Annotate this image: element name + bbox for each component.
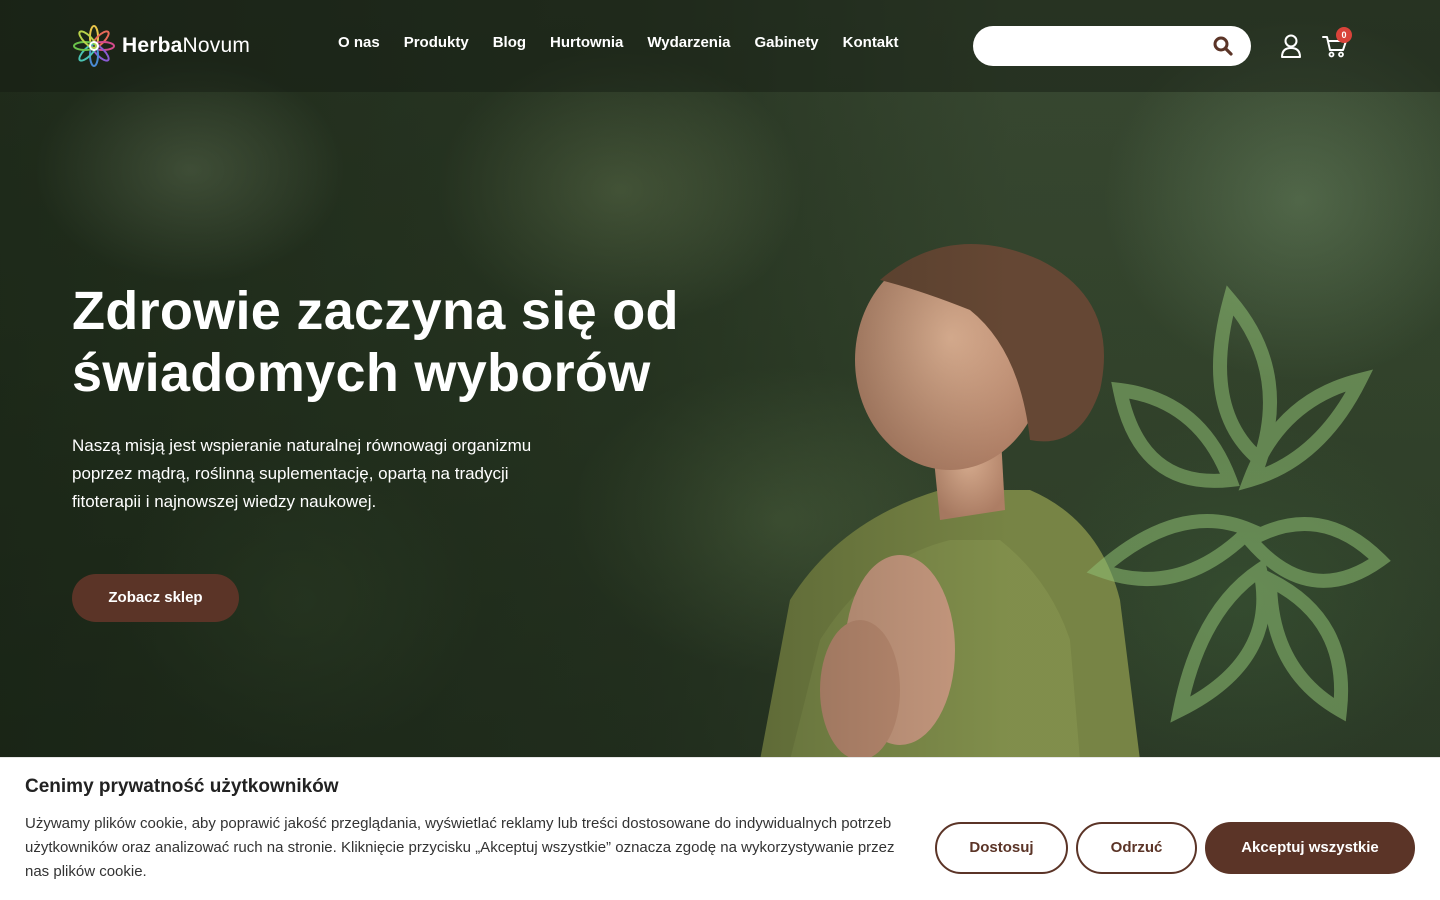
cookie-reject-button[interactable]: Odrzuć [1076,822,1197,874]
hero-title-line-2: świadomych wyborów [72,343,651,403]
hero-title: Zdrowie zaczyna się od świadomych wyboró… [72,280,772,404]
nav-item-kontakt[interactable]: Kontakt [843,34,899,51]
nav-item-produkty[interactable]: Produkty [404,34,469,51]
cookie-text: Używamy plików cookie, aby poprawić jako… [25,815,895,880]
decorative-flower-outline [1086,285,1391,723]
cookie-title: Cenimy prywatność użytkowników [25,776,339,797]
nav-item-gabinety[interactable]: Gabinety [754,34,818,51]
hero-description: Naszą misją jest wspieranie naturalnej r… [72,436,532,511]
nav-item-blog[interactable]: Blog [493,34,526,51]
nav-item-hurtownia[interactable]: Hurtownia [550,34,623,51]
brand-name-bold: Herba [122,34,183,57]
search-icon[interactable] [1213,36,1233,56]
search-input[interactable] [991,26,1211,66]
brand-name: HerbaNovum [122,34,250,58]
cookie-consent-banner: Cenimy prywatność użytkowników Używamy p… [0,757,1440,900]
user-icon[interactable] [1280,34,1302,58]
nav-item-o-nas[interactable]: O nas [338,34,380,51]
site-header: HerbaNovum O nas Produkty Blog Hurtownia… [0,0,1440,92]
brand-name-light: Novum [182,34,251,57]
shop-cta-button[interactable]: Zobacz sklep [72,574,239,622]
cookie-accept-all-button[interactable]: Akceptuj wszystkie [1205,822,1415,874]
brand-logo[interactable]: HerbaNovum [72,24,250,68]
nav-item-wydarzenia[interactable]: Wydarzenia [647,34,730,51]
main-nav: O nas Produkty Blog Hurtownia Wydarzenia… [338,34,899,51]
search-box [973,26,1251,66]
flower-logo-icon [73,25,115,67]
cookie-customize-button[interactable]: Dostosuj [935,822,1068,874]
hero-title-line-1: Zdrowie zaczyna się od [72,281,679,341]
cart-count-badge: 0 [1336,27,1352,43]
